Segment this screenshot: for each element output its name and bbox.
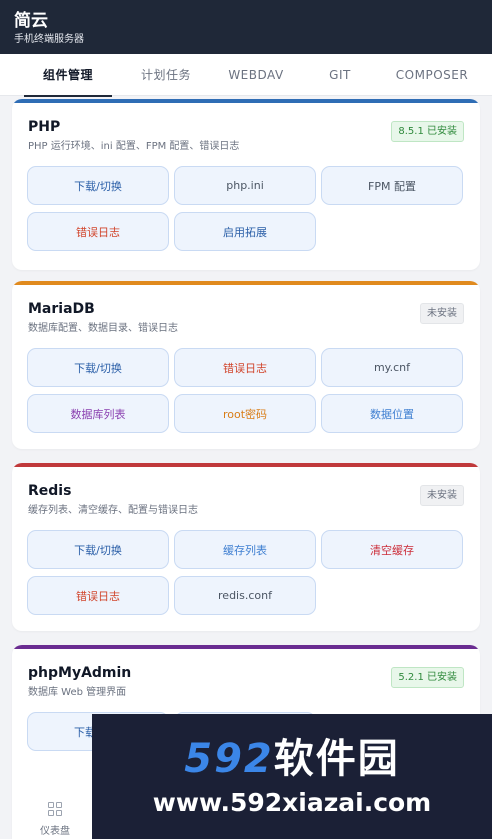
tab-components[interactable]: 组件管理 xyxy=(24,54,112,97)
php-download-switch-button[interactable]: 下载/切换 xyxy=(27,166,169,205)
php-ini-button[interactable]: php.ini xyxy=(174,166,316,205)
redis-desc: 缓存列表、清空缓存、配置与错误日志 xyxy=(28,505,198,516)
tab-webdav[interactable]: WEBDAV xyxy=(225,54,287,96)
watermark-logo-number: 592 xyxy=(184,735,274,782)
tab-schedule[interactable]: 计划任务 xyxy=(133,54,199,96)
watermark-url: www.592xiazai.com xyxy=(152,787,432,817)
php-card: PHP PHP 运行环境、ini 配置、FPM 配置、错误日志 8.5.1 已安… xyxy=(12,99,480,270)
tab-composer[interactable]: COMPOSER xyxy=(396,54,468,96)
watermark-logo: 592软件园 xyxy=(184,735,400,783)
mariadb-desc: 数据库配置、数据目录、错误日志 xyxy=(28,323,178,334)
redis-card: Redis 缓存列表、清空缓存、配置与错误日志 未安装 下载/切换 缓存列表 清… xyxy=(12,463,480,631)
redis-conf-button[interactable]: redis.conf xyxy=(174,576,316,615)
php-status-badge: 8.5.1 已安装 xyxy=(391,121,464,142)
redis-clear-cache-button[interactable]: 清空缓存 xyxy=(321,530,463,569)
mariadb-error-log-button[interactable]: 错误日志 xyxy=(174,348,316,387)
tab-bar: 组件管理 计划任务 WEBDAV GIT COMPOSER xyxy=(0,54,492,97)
mariadb-data-location-button[interactable]: 数据位置 xyxy=(321,394,463,433)
php-desc: PHP 运行环境、ini 配置、FPM 配置、错误日志 xyxy=(28,141,240,152)
phpmyadmin-desc: 数据库 Web 管理界面 xyxy=(28,687,127,698)
mariadb-download-switch-button[interactable]: 下载/切换 xyxy=(27,348,169,387)
redis-error-log-button[interactable]: 错误日志 xyxy=(27,576,169,615)
mariadb-mycnf-button[interactable]: my.cnf xyxy=(321,348,463,387)
app-subtitle: 手机终端服务器 xyxy=(14,34,84,45)
tab-git[interactable]: GIT xyxy=(324,54,356,96)
bottom-nav-dashboard-label: 仪表盘 xyxy=(40,826,70,837)
php-fpm-config-button[interactable]: FPM 配置 xyxy=(321,166,463,205)
watermark-logo-text: 软件园 xyxy=(273,735,400,782)
redis-title: Redis xyxy=(28,483,72,499)
redis-download-switch-button[interactable]: 下载/切换 xyxy=(27,530,169,569)
mariadb-status-badge: 未安装 xyxy=(420,303,464,324)
mariadb-root-password-button[interactable]: root密码 xyxy=(174,394,316,433)
mariadb-title: MariaDB xyxy=(28,301,95,317)
app-header: 简云 手机终端服务器 xyxy=(0,0,492,54)
watermark-overlay: 592软件园 www.592xiazai.com xyxy=(92,714,492,839)
php-error-log-button[interactable]: 错误日志 xyxy=(27,212,169,251)
dashboard-grid-icon xyxy=(48,802,62,816)
mariadb-database-list-button[interactable]: 数据库列表 xyxy=(27,394,169,433)
mariadb-card: MariaDB 数据库配置、数据目录、错误日志 未安装 下载/切换 错误日志 m… xyxy=(12,281,480,449)
app-title: 简云 xyxy=(14,11,48,31)
php-enable-extensions-button[interactable]: 启用拓展 xyxy=(174,212,316,251)
redis-status-badge: 未安装 xyxy=(420,485,464,506)
phpmyadmin-status-badge: 5.2.1 已安装 xyxy=(391,667,464,688)
redis-cache-list-button[interactable]: 缓存列表 xyxy=(174,530,316,569)
bottom-nav-dashboard[interactable]: 仪表盘 xyxy=(12,792,98,839)
